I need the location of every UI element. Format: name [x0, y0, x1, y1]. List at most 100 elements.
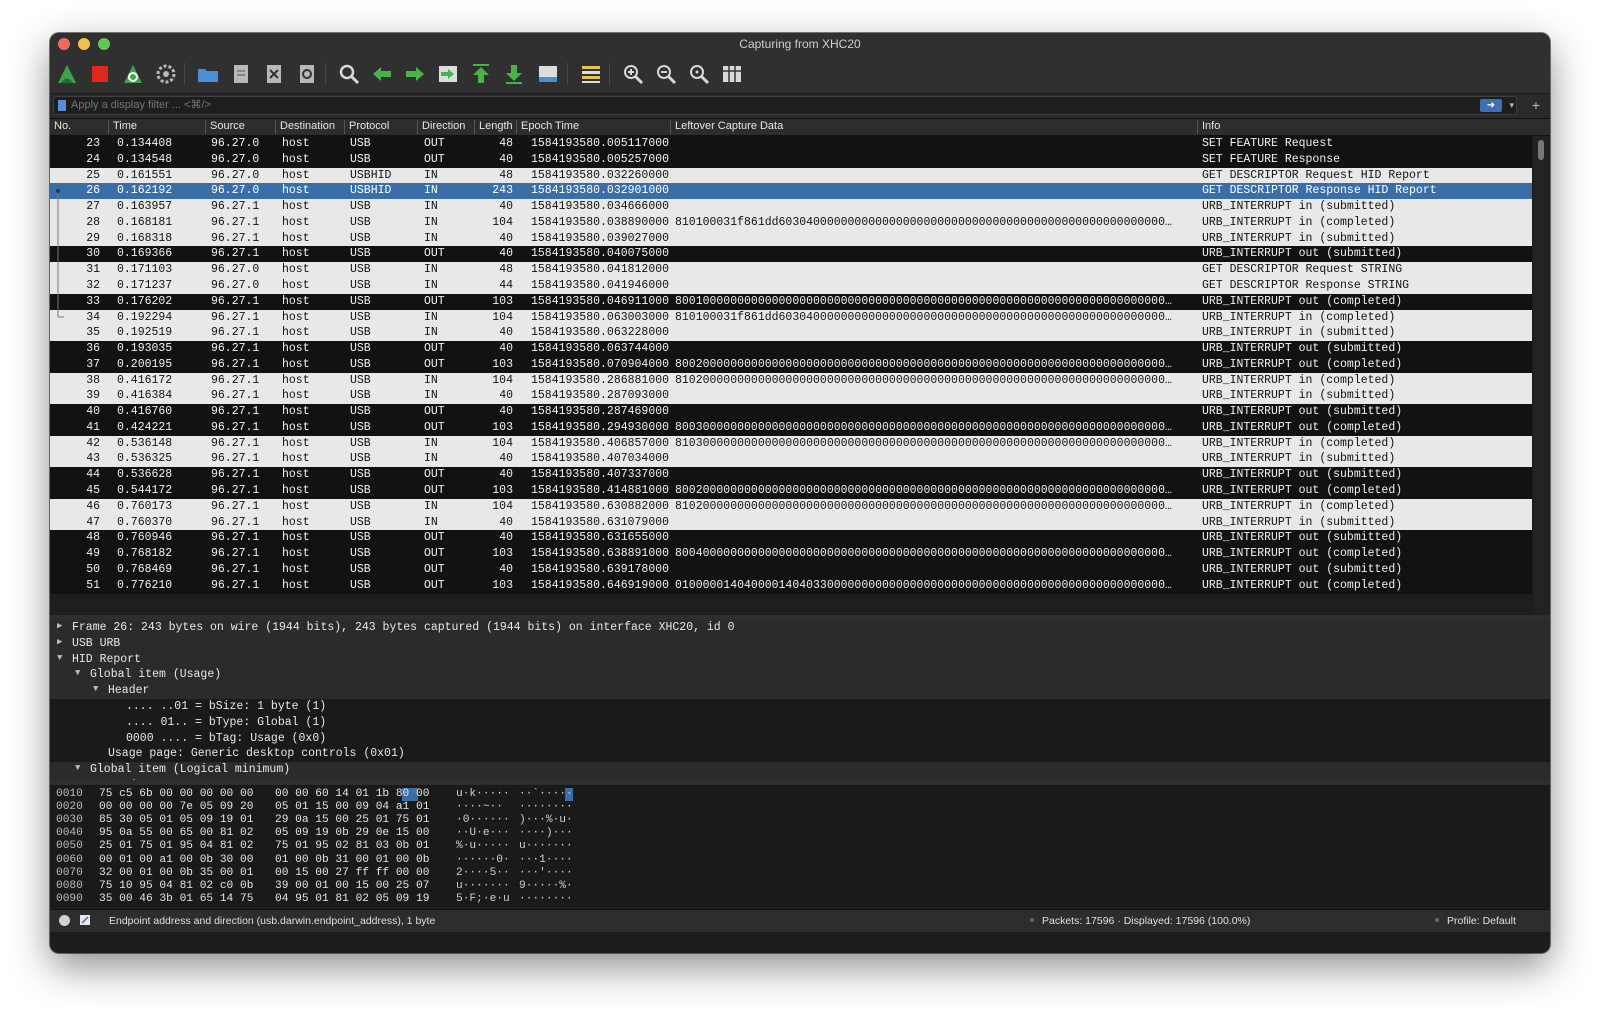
table-row[interactable]: 30 0.169366 96.27.1 host USB OUT 40 1584193580.… [50, 246, 1532, 263]
zoom-in-button[interactable] [619, 60, 647, 88]
bytes-row[interactable]: 0020 00 00 00 00 7e 05 09 20 05 01 15 00 0… [50, 801, 650, 814]
autoscroll-button[interactable] [534, 60, 562, 88]
go-first-packet-button[interactable] [467, 60, 495, 88]
expanded-triangle-icon[interactable]: ▼ [93, 684, 103, 694]
save-file-button[interactable] [227, 60, 255, 88]
expanded-triangle-icon[interactable]: ▼ [57, 653, 67, 663]
collapsed-triangle-icon[interactable]: ▶ [57, 637, 67, 647]
table-row[interactable]: 24 0.134548 96.27.0 host USB OUT 40 1584193580.… [50, 151, 1532, 168]
table-row[interactable]: 51 0.776210 96.27.1 host USB OUT 103 1584193580… [50, 577, 1532, 594]
col-protocol-header[interactable]: Protocol [344, 120, 417, 134]
chevron-down-icon[interactable]: ▾ [1509, 100, 1514, 111]
table-row[interactable]: 49 0.768182 96.27.1 host USB OUT 103 1584193580… [50, 546, 1532, 562]
table-row[interactable]: 43 0.536325 96.27.1 host USB IN 40 1584193580.4… [50, 451, 1532, 468]
table-row[interactable]: 46 0.760173 96.27.1 host USB IN 104 1584193580.… [50, 498, 1532, 515]
table-row[interactable]: 47 0.760370 96.27.1 host USB IN 40 1584193580.6… [50, 514, 1532, 531]
detail-line[interactable]: ▼ Global item (Usage) [50, 667, 1550, 684]
expanded-triangle-icon[interactable]: ▼ [75, 668, 85, 678]
table-row[interactable]: 34 0.192294 96.27.1 host USB IN 104 1584193580.… [50, 309, 1532, 326]
detail-line[interactable]: .... ..01 = bSize: 1 byte (1) [50, 699, 1550, 715]
table-row[interactable]: 41 0.424221 96.27.1 host USB OUT 103 1584193580… [50, 419, 1532, 436]
detail-line[interactable]: Usage page: Generic desktop controls (0x… [50, 746, 1550, 762]
bytes-row[interactable]: 0050 25 01 75 01 95 04 81 02 75 01 95 02 8… [50, 840, 650, 853]
table-row[interactable]: 26 0.162192 96.27.0 host USBHID IN 243 15841935… [50, 183, 1532, 200]
table-row[interactable]: 25 0.161551 96.27.0 host USBHID IN 48 158419358… [50, 167, 1532, 184]
col-no-header[interactable]: No. [50, 120, 108, 134]
col-destination-header[interactable]: Destination [275, 120, 344, 134]
detail-line[interactable]: ▼ HID Report [50, 651, 1550, 668]
profile-text[interactable]: Profile: Default [1447, 915, 1516, 927]
table-row[interactable]: 44 0.536628 96.27.1 host USB OUT 40 1584193580.… [50, 467, 1532, 484]
table-row[interactable]: 45 0.544172 96.27.1 host USB OUT 103 1584193580… [50, 482, 1532, 499]
add-filter-button[interactable]: + [1532, 97, 1540, 113]
restart-capture-button[interactable] [119, 60, 147, 88]
table-row[interactable]: 48 0.760946 96.27.1 host USB OUT 40 1584193580.… [50, 530, 1532, 547]
detail-line[interactable]: ▼ Global item (Logical minimum) [50, 762, 1550, 779]
table-row[interactable]: 32 0.171237 96.27.0 host USB IN 44 1584193580.0… [50, 277, 1532, 294]
bookmark-icon[interactable] [58, 100, 66, 111]
detail-line[interactable]: .... 01.. = bType: Global (1) [50, 715, 1550, 731]
table-row[interactable]: 31 0.171103 96.27.0 host USB IN 48 1584193580.0… [50, 262, 1532, 279]
table-row[interactable]: 27 0.163957 96.27.1 host USB IN 40 1584193580.0… [50, 199, 1532, 216]
reload-file-button[interactable] [293, 60, 321, 88]
table-row[interactable]: 35 0.192519 96.27.1 host USB IN 40 1584193580.0… [50, 325, 1532, 342]
col-info-header[interactable]: Info [1197, 120, 1532, 134]
ascii-bytes: ·0······ [456, 814, 510, 827]
bytes-row[interactable]: 0060 00 01 00 a1 00 0b 30 00 01 00 0b 31 0… [50, 854, 650, 867]
display-filter-field[interactable]: ➜ ▾ [53, 96, 1517, 115]
bytes-row[interactable]: 0090 35 00 46 3b 01 65 14 75 04 95 01 81 0… [50, 893, 650, 906]
table-row[interactable]: 29 0.168318 96.27.1 host USB IN 40 1584193580.0… [50, 230, 1532, 247]
cell-direction: OUT [424, 247, 445, 261]
table-row[interactable]: 36 0.193035 96.27.1 host USB OUT 40 1584193580.… [50, 341, 1532, 357]
col-source-header[interactable]: Source [205, 120, 275, 134]
bytes-row[interactable]: 0010 75 c5 6b 00 00 00 00 00 00 00 60 14 0… [50, 788, 650, 801]
detail-line[interactable]: ▼ Header [50, 683, 1550, 700]
detail-line[interactable]: 0000 .... = bTag: Usage (0x0) [50, 731, 1550, 747]
expanded-triangle-icon[interactable]: ▼ [75, 763, 85, 773]
bytes-row[interactable]: 0040 95 0a 55 00 65 00 81 02 05 09 19 0b 2… [50, 827, 650, 840]
go-to-packet-button[interactable] [434, 60, 462, 88]
col-direction-header[interactable]: Direction [417, 120, 474, 134]
table-row[interactable]: 23 0.134408 96.27.0 host USB OUT 48 1584193580.… [50, 136, 1532, 152]
cell-time: 0.171237 [117, 278, 173, 292]
col-time-header[interactable]: Time [108, 120, 205, 134]
table-row[interactable]: 33 0.176202 96.27.1 host USB OUT 103 1584193580… [50, 293, 1532, 310]
col-length-header[interactable]: Length [474, 120, 516, 134]
table-row[interactable]: 37 0.200195 96.27.1 host USB OUT 103 1584193580… [50, 356, 1532, 373]
go-back-button[interactable] [368, 60, 396, 88]
scrollbar-thumb[interactable] [1538, 140, 1544, 160]
collapsed-triangle-icon[interactable]: ▶ [57, 621, 67, 631]
apply-filter-button[interactable]: ➜ [1480, 99, 1502, 112]
edit-comment-icon[interactable] [79, 914, 91, 926]
zoom-normal-button[interactable] [685, 60, 713, 88]
col-epoch-time-header[interactable]: Epoch Time [516, 120, 670, 134]
packet-list-scrollbar[interactable] [1533, 136, 1550, 615]
open-file-button[interactable] [194, 60, 222, 88]
stop-capture-button[interactable] [86, 60, 114, 88]
cell-source: 96.27.1 [211, 231, 260, 245]
capture-options-button[interactable] [152, 60, 180, 88]
go-last-packet-button[interactable] [500, 60, 528, 88]
table-row[interactable]: 50 0.768469 96.27.1 host USB OUT 40 1584193580.… [50, 561, 1532, 578]
find-packet-button[interactable] [335, 60, 363, 88]
bytes-row[interactable]: 0070 32 00 01 00 0b 35 00 01 00 15 00 27 f… [50, 867, 650, 880]
detail-line[interactable]: ▶ Frame 26: 243 bytes on wire (1944 bits)… [50, 620, 1550, 636]
close-file-button[interactable] [260, 60, 288, 88]
bytes-row[interactable]: 0030 85 30 05 01 05 09 19 01 29 0a 15 00 2… [50, 814, 650, 827]
go-forward-button[interactable] [401, 60, 429, 88]
table-row[interactable]: 39 0.416384 96.27.1 host USB IN 40 1584193580.2… [50, 388, 1532, 405]
detail-line[interactable]: ▶ USB URB [50, 635, 1550, 652]
colorize-button[interactable] [577, 60, 605, 88]
zoom-out-button[interactable] [652, 60, 680, 88]
table-row[interactable]: 38 0.416172 96.27.1 host USB IN 104 1584193580.… [50, 372, 1532, 389]
start-capture-button[interactable] [53, 60, 81, 88]
expert-info-icon[interactable] [59, 915, 70, 926]
cell-info: URB_INTERRUPT in (submitted) [1202, 326, 1396, 340]
table-row[interactable]: 42 0.536148 96.27.1 host USB IN 104 1584193580.… [50, 435, 1532, 452]
resize-columns-button[interactable] [718, 60, 746, 88]
col-leftover-data-header[interactable]: Leftover Capture Data [670, 120, 1197, 134]
bytes-row[interactable]: 0080 75 10 95 04 81 02 c0 0b 39 00 01 00 1… [50, 880, 650, 893]
display-filter-input[interactable] [71, 99, 771, 111]
table-row[interactable]: 40 0.416760 96.27.1 host USB OUT 40 1584193580.… [50, 404, 1532, 421]
table-row[interactable]: 28 0.168181 96.27.1 host USB IN 104 1584193580.… [50, 214, 1532, 231]
